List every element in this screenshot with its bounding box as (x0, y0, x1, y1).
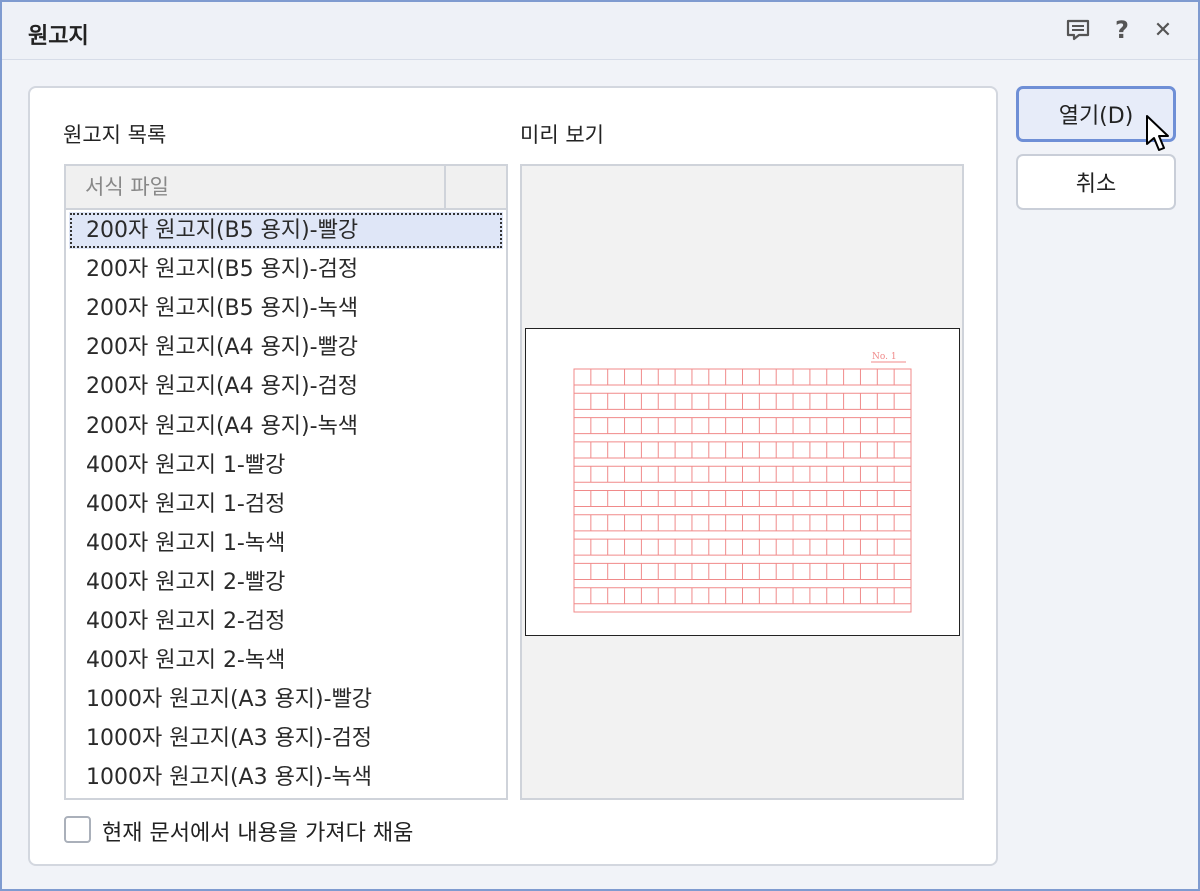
list-item[interactable]: 200자 원고지(B5 용지)-녹색 (69, 290, 503, 327)
list-item[interactable]: 200자 원고지(A4 용지)-빨강 (69, 329, 503, 366)
page-number-label: No. 1 (872, 352, 897, 362)
open-button-label: 열기(D) (1058, 104, 1134, 129)
list-item[interactable]: 1000자 원고지(A3 용지)-검정 (69, 720, 503, 757)
list-item[interactable]: 400자 원고지 1-빨강 (69, 447, 503, 484)
preview-label: 미리 보기 (520, 123, 604, 147)
main-panel: 원고지 목록 미리 보기 서식 파일 200자 원고지(B5 용지)-빨강 200… (28, 86, 998, 866)
fill-from-document-label[interactable]: 현재 문서에서 내용을 가져다 채움 (102, 815, 413, 847)
preview-page: No. 1 (525, 328, 960, 636)
list-item[interactable]: 200자 원고지(A4 용지)-녹색 (69, 408, 503, 445)
cancel-button[interactable]: 취소 (1016, 154, 1176, 210)
fill-from-document-checkbox[interactable] (64, 816, 91, 843)
list-label: 원고지 목록 (63, 123, 167, 147)
list-item[interactable]: 400자 원고지 2-빨강 (69, 564, 503, 601)
list-item[interactable]: 200자 원고지(A4 용지)-검정 (69, 368, 503, 405)
list-item[interactable]: 1000자 원고지(A3 용지)-빨강 (69, 681, 503, 718)
manuscript-grid-preview: No. 1 (573, 352, 912, 613)
list-item[interactable]: 200자 원고지(B5 용지)-검정 (69, 251, 503, 288)
template-list[interactable]: 서식 파일 200자 원고지(B5 용지)-빨강 200자 원고지(B5 용지)-… (64, 164, 508, 800)
list-item[interactable]: 400자 원고지 1-녹색 (69, 525, 503, 562)
list-item[interactable]: 200자 원고지(B5 용지)-빨강 (69, 212, 503, 249)
comment-icon[interactable] (1062, 14, 1094, 46)
title-bar: 원고지 ? ✕ (2, 2, 1198, 60)
list-item[interactable]: 400자 원고지 1-검정 (69, 486, 503, 523)
list-item[interactable]: 1000자 원고지(A3 용지)-녹색 (69, 759, 503, 796)
preview-pane: No. 1 (520, 164, 964, 800)
mouse-pointer-icon (1145, 114, 1171, 158)
list-item[interactable]: 400자 원고지 2-녹색 (69, 642, 503, 679)
list-item[interactable]: 400자 원고지 2-검정 (69, 603, 503, 640)
dialog-title: 원고지 (28, 24, 89, 49)
help-icon[interactable]: ? (1106, 14, 1138, 46)
list-header: 서식 파일 (66, 166, 506, 210)
manuscript-paper-dialog: 원고지 ? ✕ 원고지 목록 미리 보기 서식 파일 200자 원고지(B5 용… (0, 0, 1200, 891)
close-icon[interactable]: ✕ (1147, 14, 1179, 46)
column-header-template-file[interactable]: 서식 파일 (66, 166, 446, 208)
